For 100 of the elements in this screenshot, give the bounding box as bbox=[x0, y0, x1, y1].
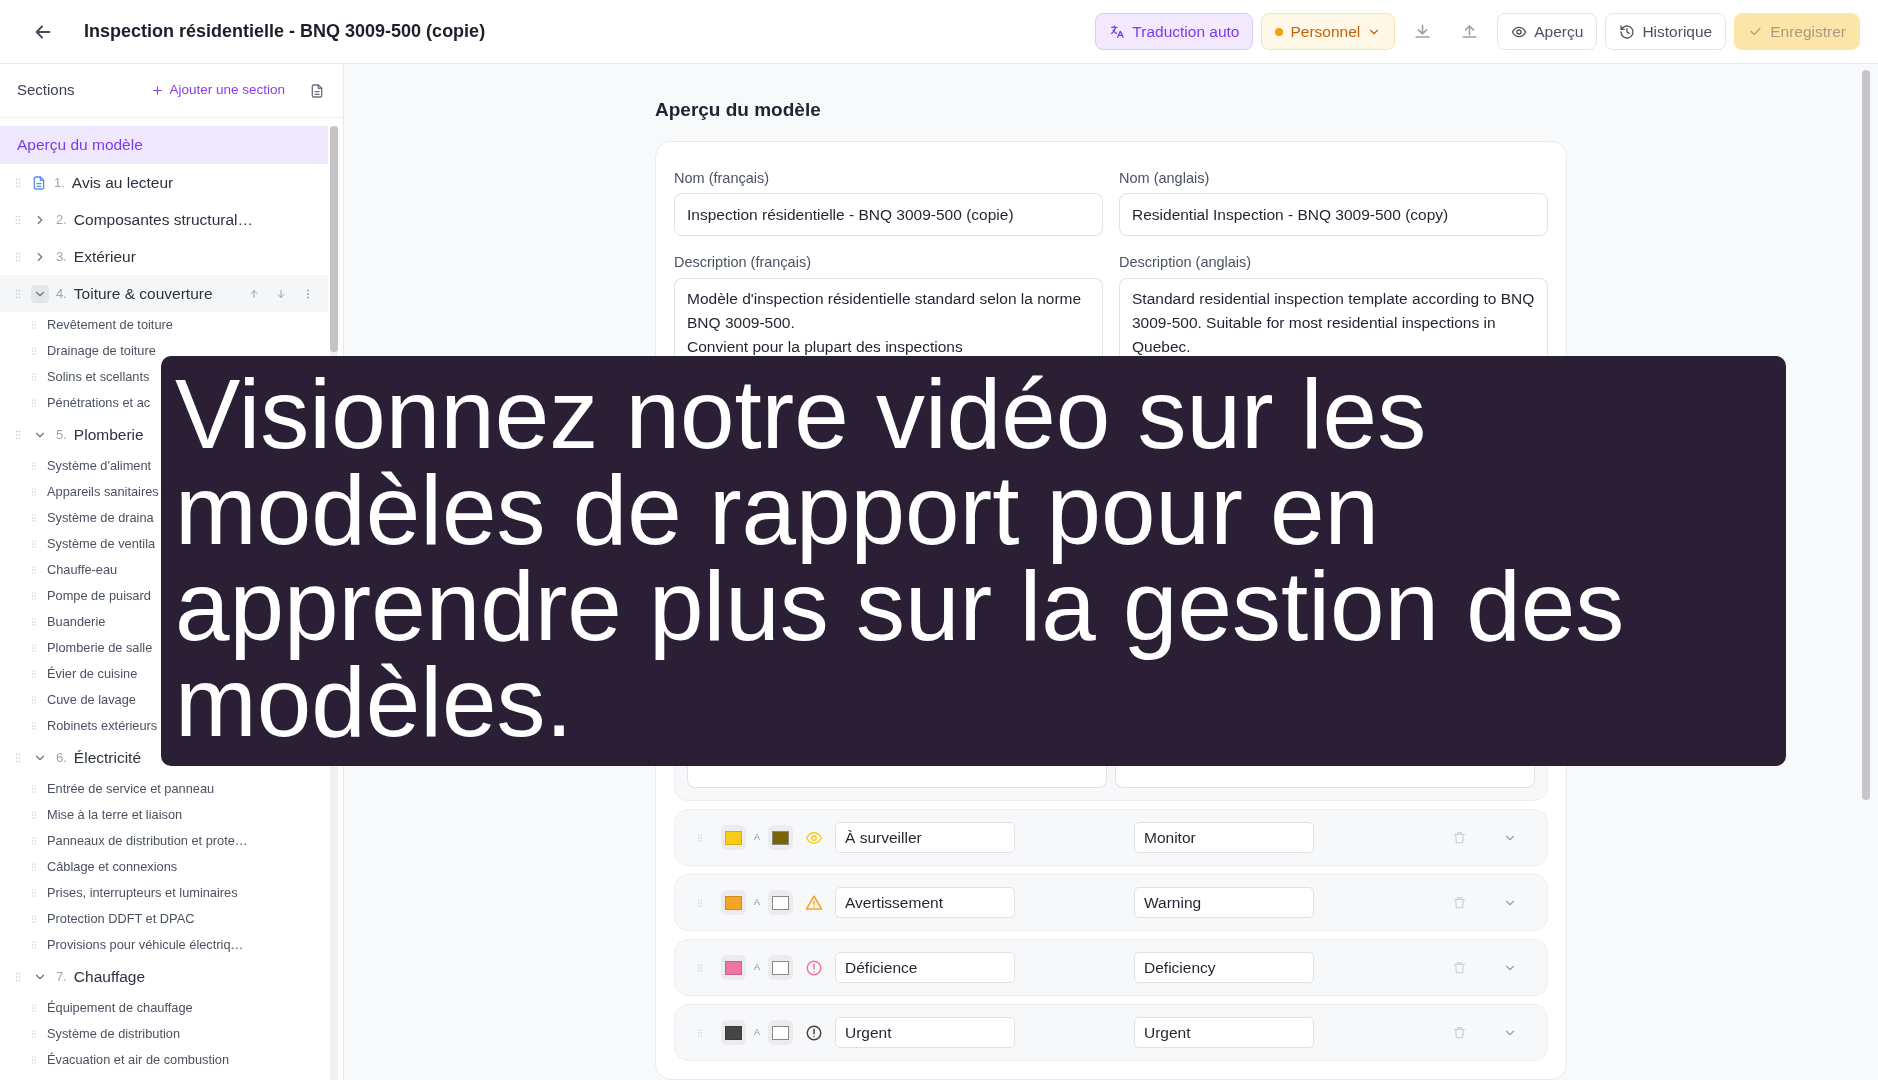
drag-handle-icon[interactable] bbox=[29, 887, 39, 899]
drag-handle-icon[interactable] bbox=[29, 720, 39, 732]
drag-handle-icon[interactable] bbox=[29, 835, 39, 847]
subsection-item[interactable]: Provisions pour véhicule électriq… bbox=[0, 932, 244, 958]
input-field[interactable]: Monitor bbox=[1134, 822, 1314, 853]
text-color-swatch-button[interactable] bbox=[768, 955, 793, 980]
drag-handle-icon[interactable] bbox=[29, 371, 39, 383]
drag-handle-icon[interactable] bbox=[29, 345, 39, 357]
subsection-item[interactable]: Système d'aliment bbox=[0, 453, 152, 479]
subsection-item[interactable]: Robinets extérieurs bbox=[0, 713, 158, 739]
subsection-item[interactable]: Panneaux de distribution et prote… bbox=[0, 828, 248, 854]
trash-icon bbox=[1452, 830, 1467, 845]
drag-handle-icon[interactable] bbox=[29, 538, 39, 550]
scrollbar-thumb[interactable] bbox=[1862, 70, 1870, 800]
drag-handle-icon[interactable] bbox=[29, 783, 39, 795]
subsection-item[interactable]: Évacuation et air de combustion bbox=[0, 1047, 230, 1073]
text-color-label: A bbox=[754, 1025, 760, 1039]
color-swatch-button[interactable] bbox=[721, 955, 746, 980]
subsection-label: Solins et scellants bbox=[47, 368, 150, 387]
subsection-item[interactable]: Système de draina bbox=[0, 505, 154, 531]
input-field[interactable]: À surveiller bbox=[835, 822, 1015, 853]
trash-icon bbox=[1452, 895, 1467, 910]
input-field[interactable] bbox=[687, 766, 1107, 788]
section-number: 4. bbox=[56, 284, 67, 303]
subsection-item[interactable]: Solins et scellants bbox=[0, 364, 150, 390]
section-label: Plomberie bbox=[73, 424, 144, 445]
subsection-label: Pénétrations et ac bbox=[47, 394, 151, 413]
subsection-item[interactable]: Plomberie de salle bbox=[0, 635, 153, 661]
subsection-item[interactable]: Pénétrations et ac bbox=[0, 390, 151, 416]
subsection-item[interactable]: Système de ventila bbox=[0, 531, 156, 557]
subsection-label: Câblage et connexions bbox=[47, 858, 178, 877]
input-field[interactable]: Warning bbox=[1134, 887, 1314, 918]
subsection-item[interactable]: Chauffe-eau bbox=[0, 557, 118, 583]
drag-handle-icon[interactable] bbox=[29, 694, 39, 706]
auto-translate-button[interactable]: Traduction auto bbox=[1095, 13, 1254, 50]
drag-handle-icon[interactable] bbox=[29, 913, 39, 925]
drag-handle-icon[interactable] bbox=[29, 668, 39, 680]
text-color-swatch-button[interactable] bbox=[768, 1020, 793, 1045]
subsection-item[interactable]: Revêtement de toiture bbox=[0, 312, 173, 338]
subsection-item[interactable]: Équipement de chauffage bbox=[0, 995, 193, 1021]
drag-handle-icon[interactable] bbox=[29, 939, 39, 951]
drag-handle-icon[interactable] bbox=[29, 512, 39, 524]
drag-handle-icon[interactable] bbox=[29, 564, 39, 576]
section-item[interactable]: 1. Avis au lecteur bbox=[0, 164, 184, 201]
subsection-item[interactable]: Protection DDFT et DPAC bbox=[0, 906, 195, 932]
field-label: Description (anglais) bbox=[1119, 253, 1253, 273]
subsection-item[interactable]: Pompe de puisard bbox=[0, 583, 151, 609]
subsection-item[interactable]: Système de distribution bbox=[0, 1021, 180, 1047]
drag-handle-icon[interactable] bbox=[29, 861, 39, 873]
drag-handle-icon[interactable] bbox=[29, 1028, 39, 1040]
text-area[interactable]: Standard residential inspection template according to BNQ 3009-500. Suitable for most residential inspections in Quebec. bbox=[1119, 278, 1548, 356]
drag-handle-icon[interactable] bbox=[29, 590, 39, 602]
subsection-item[interactable]: Cuve de lavage bbox=[0, 687, 136, 713]
section-item[interactable]: 5. Plomberie bbox=[0, 416, 154, 453]
trash-icon bbox=[1452, 960, 1467, 975]
subsection-item[interactable]: Prises, interrupteurs et luminaires bbox=[0, 880, 238, 906]
drag-handle-icon[interactable] bbox=[29, 460, 39, 472]
drag-handle-icon[interactable] bbox=[29, 319, 39, 331]
input-field[interactable]: Avertissement bbox=[835, 887, 1015, 918]
document-icon[interactable] bbox=[309, 82, 325, 99]
section-number: 3. bbox=[56, 247, 67, 266]
subsection-item[interactable]: Appareils sanitaires bbox=[0, 479, 159, 505]
add-section-link[interactable]: Ajouter une section bbox=[151, 80, 285, 101]
workspace-dropdown[interactable]: Personnel bbox=[1261, 13, 1396, 50]
input-field[interactable]: Deficiency bbox=[1134, 952, 1314, 983]
scrollbar-thumb[interactable] bbox=[330, 126, 338, 352]
section-item[interactable]: 7. Chauffage bbox=[0, 958, 156, 995]
input-field[interactable] bbox=[1115, 766, 1535, 788]
input-field[interactable]: Urgent bbox=[1134, 1017, 1314, 1048]
subsection-item[interactable]: Drainage de toiture bbox=[0, 338, 156, 364]
subsection-item[interactable]: Entrée de service et panneau bbox=[0, 776, 215, 802]
input-field[interactable]: Urgent bbox=[835, 1017, 1015, 1048]
drag-handle-icon[interactable] bbox=[29, 486, 39, 498]
text-color-swatch-button[interactable] bbox=[768, 890, 793, 915]
color-swatch-button[interactable] bbox=[721, 890, 746, 915]
color-swatch-button[interactable] bbox=[721, 1020, 746, 1045]
color-swatch-button[interactable] bbox=[721, 825, 746, 850]
subsection-item[interactable]: Mise à la terre et liaison bbox=[0, 802, 183, 828]
subsection-item[interactable]: Buanderie bbox=[0, 609, 106, 635]
section-item[interactable]: 4. Toiture & couverture bbox=[0, 275, 328, 312]
section-item[interactable]: 6. Électricité bbox=[0, 739, 152, 776]
subsection-item[interactable]: Évier de cuisine bbox=[0, 661, 138, 687]
text-color-swatch-button[interactable] bbox=[768, 825, 793, 850]
history-button[interactable]: Historique bbox=[1605, 13, 1727, 50]
preview-button[interactable]: Aperçu bbox=[1497, 13, 1598, 50]
drag-handle-icon[interactable] bbox=[29, 1002, 39, 1014]
drag-handle-icon[interactable] bbox=[29, 642, 39, 654]
section-item[interactable]: 2. Composantes structural… bbox=[0, 201, 264, 238]
text-area[interactable]: Modèle d'inspection résidentielle standard selon la norme BNQ 3009-500. Convient pour la plupart des inspections bbox=[674, 278, 1103, 356]
section-item[interactable]: 3. Extérieur bbox=[0, 238, 146, 275]
input-field[interactable]: Inspection résidentielle - BNQ 3009-500 (copie) bbox=[674, 193, 1103, 237]
input-field[interactable]: Residential Inspection - BNQ 3009-500 (copy) bbox=[1119, 193, 1548, 237]
drag-handle-icon[interactable] bbox=[29, 1054, 39, 1066]
drag-handle-icon[interactable] bbox=[29, 616, 39, 628]
subsection-item[interactable]: Câblage et connexions bbox=[0, 854, 178, 880]
input-field[interactable]: Déficience bbox=[835, 952, 1015, 983]
document-icon bbox=[31, 174, 47, 191]
drag-handle-icon[interactable] bbox=[29, 809, 39, 821]
overview-item[interactable]: Aperçu du modèle bbox=[0, 126, 328, 164]
drag-handle-icon[interactable] bbox=[29, 397, 39, 409]
